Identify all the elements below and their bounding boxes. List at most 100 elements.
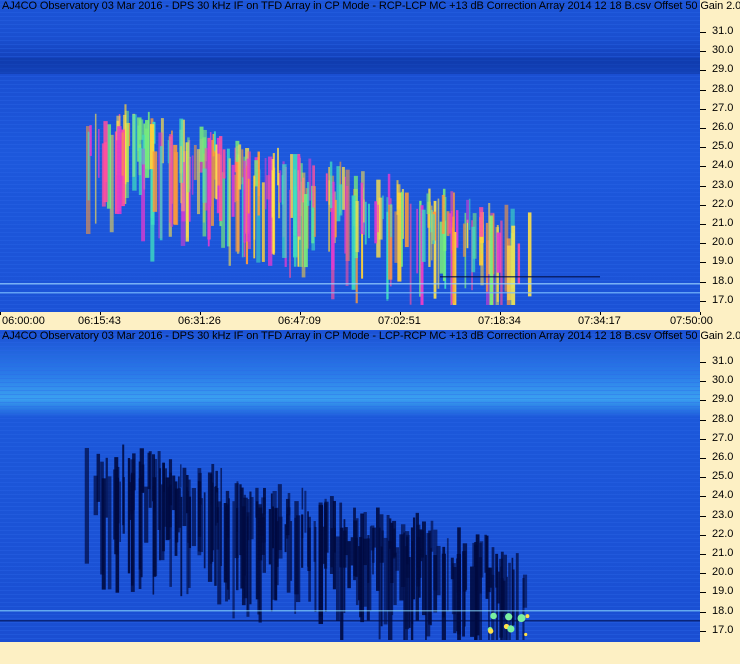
- burst-streak: [474, 542, 478, 640]
- burst-streak: [253, 175, 256, 259]
- burst-streak: [279, 170, 282, 203]
- burst-streak: [345, 185, 349, 286]
- top-y-tick-label: 23.0: [712, 178, 734, 191]
- burst-streak: [231, 164, 235, 217]
- top-y-tick-label: 21.0: [712, 217, 734, 229]
- burst-streak: [203, 492, 206, 569]
- burst-streak: [515, 553, 519, 640]
- top-y-tick-label: 25.0: [712, 140, 734, 153]
- x-tick-mark: [0, 312, 1, 315]
- burst-streak: [96, 453, 101, 502]
- top-y-tick-mark: [700, 243, 706, 245]
- burst-streak: [342, 530, 347, 568]
- burst-streak: [431, 205, 433, 261]
- burst-streak: [258, 507, 263, 561]
- burst-streak: [152, 151, 158, 212]
- burst-streak: [232, 501, 235, 619]
- burst-streak: [144, 486, 149, 543]
- x-tick-label: 06:47:09: [278, 315, 321, 327]
- burst-streak: [266, 175, 270, 200]
- burst-streak: [98, 128, 100, 178]
- x-tick-label: 07:34:17: [578, 315, 621, 327]
- burst-streak: [399, 534, 404, 601]
- burst-streak: [209, 474, 213, 564]
- burst-streak: [271, 170, 274, 218]
- top-y-tick-label: 29.0: [712, 63, 734, 76]
- bottom-spectrogram[interactable]: [0, 330, 700, 642]
- top-spectrogram[interactable]: [0, 0, 700, 312]
- burst-streak: [381, 530, 384, 563]
- bottom-y-tick-label: 17.0: [712, 623, 734, 636]
- burst-streak: [332, 500, 336, 590]
- top-y-tick-mark: [700, 185, 706, 187]
- burst-streak: [196, 149, 201, 215]
- burst-streak: [374, 201, 378, 244]
- burst-streak: [401, 191, 403, 267]
- top-y-tick-mark: [700, 224, 706, 225]
- burst-streak: [177, 476, 180, 533]
- burst-streak: [114, 457, 119, 555]
- top-y-tick-label: 30.0: [712, 44, 734, 57]
- burst-streak: [105, 457, 108, 518]
- bottom-y-tick-label: 19.0: [712, 585, 734, 598]
- burst-streak: [363, 538, 367, 566]
- burst-streak: [406, 536, 409, 565]
- burst-streak: [466, 219, 469, 249]
- burst-streak: [350, 537, 354, 566]
- burst-streak: [329, 161, 333, 209]
- x-tick-label: 06:15:43: [78, 315, 121, 327]
- burst-streak: [416, 208, 419, 274]
- burst-streak: [188, 496, 192, 549]
- bottom-y-tick-mark: [700, 477, 706, 479]
- burst-streak: [426, 193, 430, 215]
- burst-streak: [351, 195, 356, 290]
- burst-streak: [152, 486, 155, 595]
- burst-streak: [147, 452, 151, 490]
- burst-streak: [87, 131, 90, 201]
- burst-streak: [214, 486, 217, 586]
- burst-streak: [419, 530, 425, 558]
- burst-streak: [199, 126, 204, 162]
- burst-streak: [341, 166, 345, 210]
- burst-streak: [353, 520, 358, 577]
- burst-streak: [215, 144, 218, 200]
- bottom-y-tick-mark: [700, 630, 706, 632]
- burst-streak: [186, 487, 189, 595]
- burst-streak: [241, 177, 244, 258]
- burst-streak: [507, 245, 512, 301]
- top-y-tick-mark: [700, 89, 706, 91]
- burst-streak: [129, 482, 132, 520]
- burst-streak: [335, 536, 340, 622]
- burst-streak: [416, 536, 421, 568]
- x-tick-label: 07:50:00: [670, 315, 713, 327]
- burst-streak: [511, 557, 514, 630]
- burst-streak: [437, 198, 440, 289]
- bottom-y-tick-label: 18.0: [712, 604, 734, 617]
- bottom-y-tick-mark: [700, 592, 706, 594]
- bottom-y-tick-mark: [700, 419, 706, 421]
- burst-streak: [436, 545, 441, 596]
- burst-streak: [215, 470, 218, 493]
- top-y-tick-label: 19.0: [712, 255, 734, 268]
- burst-streak: [463, 556, 466, 627]
- burst-streak: [289, 189, 291, 278]
- top-y-tick-mark: [700, 262, 706, 264]
- bottom-panel-title: AJ4CO Observatory 03 Mar 2016 - DPS 30 k…: [2, 330, 740, 342]
- burst-streak: [207, 142, 210, 247]
- burst-streak: [522, 577, 525, 640]
- bottom-y-tick-label: 23.0: [712, 508, 734, 521]
- bottom-y-tick-label: 27.0: [712, 431, 734, 444]
- bottom-y-tick-mark: [700, 438, 706, 440]
- burst-streak: [272, 506, 275, 549]
- burst-streak: [404, 192, 409, 248]
- burst-streak: [172, 475, 176, 511]
- burst-streak: [368, 203, 370, 239]
- top-y-tick-mark: [700, 204, 706, 206]
- burst-streak: [328, 167, 331, 252]
- interference-line: [440, 276, 600, 278]
- x-tick-label: 07:18:34: [478, 315, 521, 327]
- interference-line: [0, 292, 700, 294]
- burst-streak: [441, 194, 445, 234]
- top-y-tick-label: 24.0: [712, 159, 734, 172]
- burst-streak: [222, 149, 226, 179]
